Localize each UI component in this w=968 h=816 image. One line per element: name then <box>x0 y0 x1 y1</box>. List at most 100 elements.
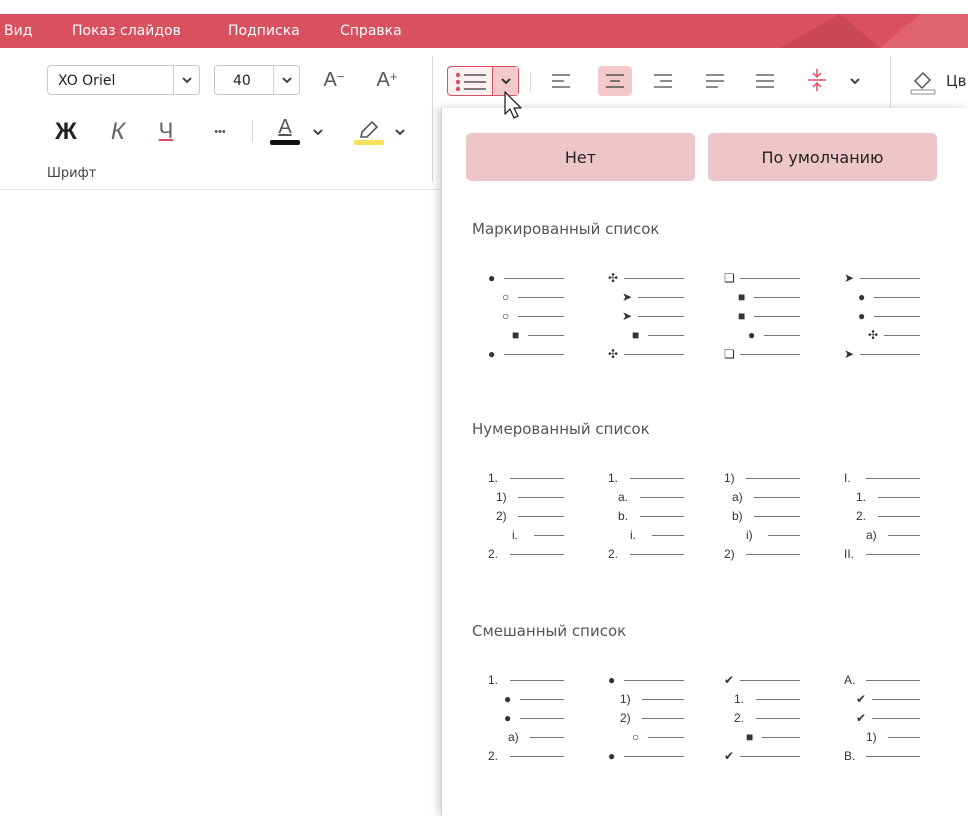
preset-row: ✔ <box>714 670 824 690</box>
more-options-button[interactable]: ••• <box>204 118 236 146</box>
list-line <box>754 316 800 317</box>
bulleted-preset-3[interactable]: ❏ ■ ■ ● ❏ <box>714 268 824 376</box>
highlight-color-button[interactable] <box>352 114 386 148</box>
list-line <box>652 535 684 536</box>
preset-row: ➤ <box>598 287 708 307</box>
list-marker: 1) <box>496 490 507 504</box>
increase-font-button[interactable]: A + <box>368 66 406 94</box>
numbered-preset-1[interactable]: 1. 1) 2) i. 2. <box>478 468 588 576</box>
preset-row: a) <box>714 487 824 507</box>
chevron-down-icon[interactable] <box>846 72 864 90</box>
preset-row: ○ <box>478 287 588 307</box>
preset-row: ✣ <box>834 325 944 345</box>
bulleted-preset-2[interactable]: ✣ ➤ ➤ ■ ✣ <box>598 268 708 376</box>
preset-row: ● <box>478 689 588 709</box>
italic-button[interactable]: К <box>102 116 134 148</box>
underline-button[interactable]: Ч <box>150 114 182 148</box>
list-line <box>638 316 684 317</box>
list-line <box>510 680 564 681</box>
list-line <box>756 699 800 700</box>
chevron-down-icon[interactable] <box>310 124 326 140</box>
list-marker: ● <box>504 692 512 706</box>
list-line <box>878 497 920 498</box>
preset-row: 2. <box>714 708 824 728</box>
mixed-preset-4[interactable]: A. ✔ ✔ 1) B. <box>834 670 944 778</box>
numbered-preset-2[interactable]: 1. a. b. i. 2. <box>598 468 708 576</box>
list-line <box>648 737 684 738</box>
mixed-preset-3[interactable]: ✔ 1. 2. ■ ✔ <box>714 670 824 778</box>
font-name-select[interactable]: XO Oriel <box>47 65 200 95</box>
list-marker: ○ <box>502 290 510 304</box>
list-line <box>746 478 800 479</box>
list-marker: ✔ <box>856 692 867 706</box>
list-marker: ■ <box>738 290 746 304</box>
menu-view[interactable]: Вид <box>4 23 32 39</box>
list-line <box>528 335 564 336</box>
list-line <box>504 354 564 355</box>
list-marker: ■ <box>512 328 520 342</box>
numbered-section-title: Нумерованный список <box>472 420 650 438</box>
bulleted-preset-1[interactable]: ● ○ ○ ■ ● <box>478 268 588 376</box>
preset-row: ✔ <box>714 746 824 766</box>
divider <box>252 120 253 142</box>
list-marker: 2. <box>856 509 867 523</box>
preset-row: 1) <box>478 487 588 507</box>
chevron-down-icon[interactable] <box>392 124 408 140</box>
list-line <box>642 699 684 700</box>
mixed-preset-2[interactable]: ● 1) 2) ○ ● <box>598 670 708 778</box>
list-marker: ➤ <box>844 347 855 361</box>
font-color-button[interactable]: A <box>268 114 302 148</box>
chevron-down-icon[interactable] <box>173 66 199 94</box>
list-marker: ➤ <box>844 271 855 285</box>
font-size-select[interactable]: 40 <box>214 65 300 95</box>
list-marker: ✔ <box>724 673 735 687</box>
list-line <box>510 478 564 479</box>
preset-row: 1. <box>714 689 824 709</box>
mixed-preset-1[interactable]: 1. ● ● a) 2. <box>478 670 588 778</box>
list-marker: 2) <box>724 547 735 561</box>
list-line <box>762 737 800 738</box>
list-line <box>520 718 564 719</box>
list-line <box>872 699 920 700</box>
line-spacing-icon[interactable] <box>802 64 832 96</box>
align-center-icon[interactable] <box>598 66 632 96</box>
list-line <box>518 516 564 517</box>
distributed-icon[interactable] <box>750 66 780 96</box>
align-left-icon[interactable] <box>546 66 576 96</box>
menu-help[interactable]: Справка <box>340 23 402 39</box>
menu-subscription[interactable]: Подписка <box>228 23 300 39</box>
list-marker: b) <box>732 509 743 523</box>
bold-button[interactable]: Ж <box>50 116 82 148</box>
list-line <box>740 756 800 757</box>
numbered-preset-4[interactable]: I. 1. 2. a) II. <box>834 468 944 576</box>
list-marker: 2. <box>488 749 499 763</box>
decrease-font-button[interactable]: A − <box>318 66 350 94</box>
preset-row: i. <box>478 525 588 545</box>
bullet-list-icon <box>455 72 486 92</box>
list-marker: ❏ <box>724 347 735 361</box>
highlighter-icon <box>354 120 384 145</box>
preset-row: a) <box>478 727 588 747</box>
list-line <box>624 756 684 757</box>
preset-row: b. <box>598 506 708 526</box>
menu-slideshow[interactable]: Показ слайдов <box>72 23 181 39</box>
align-right-icon[interactable] <box>648 66 678 96</box>
list-marker: A. <box>844 673 856 687</box>
none-list-button[interactable]: Нет <box>466 133 695 181</box>
preset-row: a) <box>834 525 944 545</box>
bulleted-preset-4[interactable]: ➤ ● ● ✣ ➤ <box>834 268 944 376</box>
list-marker: ● <box>488 347 496 361</box>
list-line <box>648 335 684 336</box>
numbered-preset-3[interactable]: 1) a) b) i) 2) <box>714 468 824 576</box>
preset-row: B. <box>834 746 944 766</box>
justify-icon[interactable] <box>700 66 730 96</box>
list-line <box>866 756 920 757</box>
chevron-down-icon[interactable] <box>273 66 299 94</box>
list-marker: 1. <box>608 471 619 485</box>
list-line <box>518 297 564 298</box>
preset-row: 1. <box>834 487 944 507</box>
default-list-button[interactable]: По умолчанию <box>708 133 937 181</box>
fill-color-button[interactable] <box>904 64 940 96</box>
preset-row: ● <box>598 746 708 766</box>
list-marker: ● <box>858 309 866 323</box>
